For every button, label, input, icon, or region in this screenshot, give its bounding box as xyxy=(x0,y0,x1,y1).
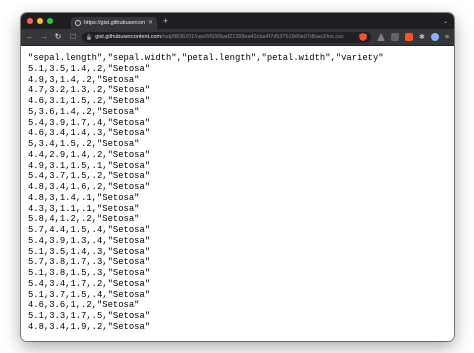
csv-line: 4.8,3.4,1.6,.2,"Setosa" xyxy=(28,182,151,192)
csv-line: 4.9,3.1,1.5,.1,"Setosa" xyxy=(28,160,151,171)
page-content: "sepal.length","sepal.width","petal.leng… xyxy=(21,46,454,341)
brave-rewards-icon[interactable] xyxy=(377,33,386,41)
minimize-window-button[interactable] xyxy=(37,18,43,24)
csv-line: 5.8,4,1.2,.2,"Setosa" xyxy=(28,214,140,225)
csv-line: 5.1,3.5,1.4,.2,"Setosa" xyxy=(28,63,151,74)
csv-line: 4.6,3.4,1.4,.3,"Setosa" xyxy=(28,128,151,139)
csv-line: 5.4,3.9,1.3,.4,"Setosa" xyxy=(28,235,151,246)
brave-shields-icon[interactable] xyxy=(359,33,368,41)
arrow-left-icon[interactable]: ← xyxy=(26,33,34,41)
csv-line: 5.7,4.4,1.5,.4,"Setosa" xyxy=(28,225,151,235)
url-text: gist.githubusercontent.com/netj/8836201/… xyxy=(95,34,356,40)
csv-line: 5.7,3.8,1.7,.3,"Setosa" xyxy=(28,257,151,268)
window-controls xyxy=(27,18,53,24)
csv-line: 5.1,3.5,1.4,.3,"Setosa" xyxy=(28,246,151,257)
csv-line: 4.3,3,1.1,.1,"Setosa" xyxy=(28,203,140,214)
csv-line: 5.4,3.9,1.7,.4,"Setosa" xyxy=(28,117,151,128)
csv-line: 5.4,3.7,1.5,.2,"Setosa" xyxy=(28,171,151,182)
globe-icon xyxy=(75,20,81,26)
csv-line: 5.1,3.8,1.5,.3,"Setosa" xyxy=(28,268,151,278)
profile-avatar[interactable] xyxy=(430,33,439,41)
bookmark-icon[interactable]: ☐ xyxy=(70,33,76,41)
extension-badge-icon[interactable] xyxy=(405,33,414,41)
csv-line: 4.8,3,1.4,.1,"Setosa" xyxy=(28,192,140,203)
reload-icon[interactable]: ↻ xyxy=(54,33,62,41)
lock-icon xyxy=(87,34,92,40)
address-bar[interactable]: gist.githubusercontent.com/netj/8836201/… xyxy=(82,31,372,43)
zoom-window-button[interactable] xyxy=(47,18,53,24)
tab-iris-csv[interactable]: https://gist.githubusercontent.com/netj/… xyxy=(71,17,157,29)
csv-line: 5,3.4,1.5,.2,"Setosa" xyxy=(28,139,140,149)
browser-window: https://gist.githubusercontent.com/netj/… xyxy=(21,13,454,341)
puzzle-icon[interactable]: ✱ xyxy=(419,34,425,41)
arrow-right-icon[interactable]: → xyxy=(40,33,48,41)
csv-line: 5.1,3.7,1.5,.4,"Setosa" xyxy=(28,289,151,300)
chevron-down-icon[interactable]: ⌄ xyxy=(443,18,448,25)
csv-line: 4.7,3.2,1.3,.2,"Setosa" xyxy=(28,85,151,96)
browser-toolbar: ← → ↻ ☐ gist.githubusercontent.com/netj/… xyxy=(21,29,454,46)
csv-text: "sepal.length","sepal.width","petal.leng… xyxy=(21,46,454,333)
extension-icon[interactable] xyxy=(391,33,400,41)
csv-line: 4.8,3.4,1.9,.2,"Setosa" xyxy=(28,321,151,332)
csv-line: 4.6,3.1,1.5,.2,"Setosa" xyxy=(28,96,151,106)
csv-line: 4.9,3,1.4,.2,"Setosa" xyxy=(28,74,140,85)
csv-line: 4.4,2.9,1.4,.2,"Setosa" xyxy=(28,149,151,160)
menu-icon[interactable]: ≡ xyxy=(445,34,449,41)
close-window-button[interactable] xyxy=(27,18,33,24)
url-host: gist.githubusercontent.com xyxy=(95,34,162,40)
close-icon[interactable]: ✕ xyxy=(148,20,153,26)
tab-title: https://gist.githubusercontent.com/netj/… xyxy=(84,20,145,26)
csv-line: 4.6,3.6,1,.2,"Setosa" xyxy=(28,300,140,311)
plus-icon[interactable]: + xyxy=(163,16,168,26)
csv-line: 5,3.6,1.4,.2,"Setosa" xyxy=(28,106,140,117)
csv-line: 5.4,3.4,1.7,.2,"Setosa" xyxy=(28,278,151,289)
csv-line: 5.1,3.3,1.7,.5,"Setosa" xyxy=(28,311,151,321)
csv-line: "sepal.length","sepal.width","petal.leng… xyxy=(28,53,384,63)
tab-bar: https://gist.githubusercontent.com/netj/… xyxy=(21,13,454,29)
url-path: /netj/8836201/raw/6f9306ad21398ea43cba4f… xyxy=(161,34,344,40)
